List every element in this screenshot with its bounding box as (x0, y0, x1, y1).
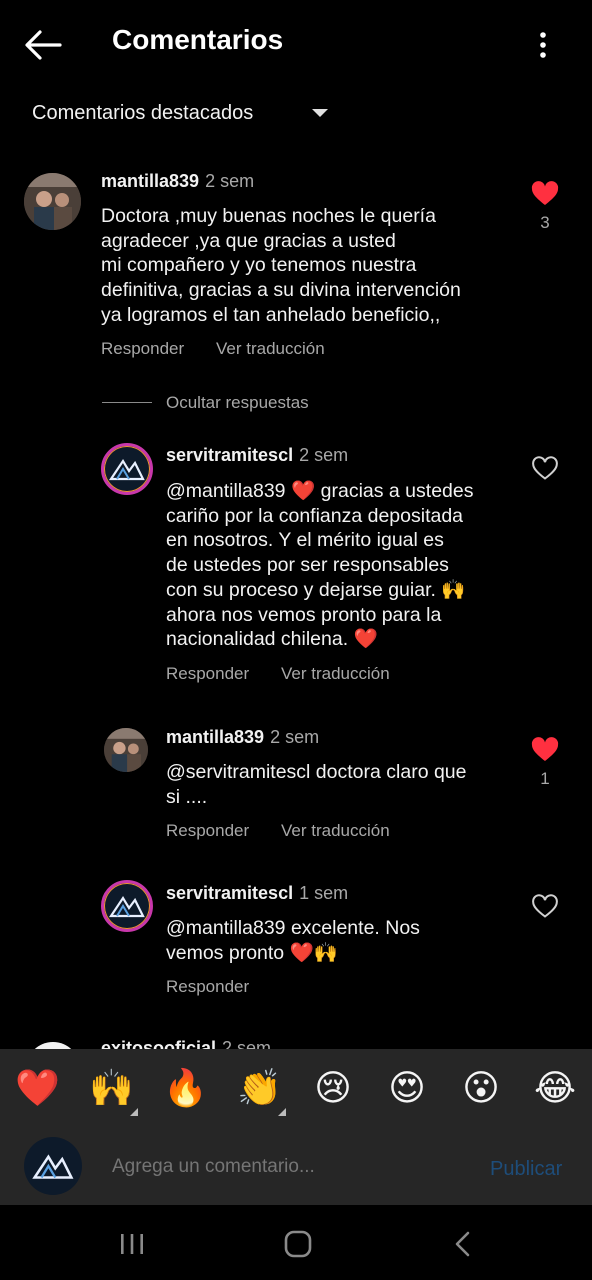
reply-time: 1 sem (299, 883, 349, 903)
reply-text: @mantilla839 excelente. Nos vemos pronto… (166, 917, 420, 964)
reply-text: @mantilla839 ❤️ gracias a ustedes cariño… (166, 480, 474, 651)
reply-time: 2 sem (299, 445, 349, 465)
nav-back-icon (455, 1231, 470, 1257)
emoji-surprised-face[interactable]: 😮 (459, 1067, 503, 1111)
page-title: Comentarios (112, 24, 284, 55)
username-text[interactable]: mantilla839 (101, 171, 199, 191)
comment-composer-panel: ❤️ 🙌 🔥 👏 😢 😍 😮 😂 (0, 1049, 592, 1205)
like-button[interactable] (531, 737, 559, 763)
reply-username[interactable]: mantilla839 2 sem (166, 727, 319, 748)
heart-outline-icon (532, 894, 558, 918)
comment-username[interactable]: mantilla839 2 sem (101, 171, 254, 192)
comment-time: 2 sem (205, 171, 255, 191)
home-button[interactable] (278, 1227, 318, 1261)
emoji-variant-indicator (130, 1108, 138, 1116)
avatar[interactable] (101, 443, 153, 495)
username-text[interactable]: mantilla839 (166, 727, 264, 747)
quick-emoji-bar: ❤️ 🙌 🔥 👏 😢 😍 😮 😂 (0, 1049, 592, 1133)
caret-down-icon (312, 109, 328, 117)
back-button[interactable] (22, 27, 64, 63)
home-icon (284, 1230, 312, 1258)
emoji-raising-hands[interactable]: 🙌 (89, 1067, 134, 1111)
emoji-crying-face[interactable]: 😢 (311, 1067, 355, 1111)
like-button[interactable] (531, 894, 559, 920)
servitramites-logo-icon (32, 1154, 74, 1179)
see-translation-button[interactable]: Ver traducción (281, 664, 390, 684)
reply-username[interactable]: servitramitescl 1 sem (166, 883, 348, 904)
heart-filled-icon (531, 737, 559, 761)
nav-back-button[interactable] (444, 1227, 484, 1261)
avatar[interactable] (24, 173, 81, 230)
arrow-left-icon (25, 30, 62, 60)
servitramites-logo-icon (108, 458, 145, 481)
see-translation-button[interactable]: Ver traducción (281, 821, 390, 841)
heart-filled-icon (531, 181, 559, 205)
hide-replies-button[interactable]: Ocultar respuestas (166, 393, 309, 413)
like-count: 3 (540, 213, 550, 232)
avatar[interactable] (101, 880, 153, 932)
partial-comment: exitosooficial 2 sem (0, 1030, 592, 1050)
recents-icon (121, 1234, 143, 1254)
avatar[interactable] (104, 728, 148, 772)
current-user-avatar (24, 1137, 82, 1195)
emoji-clapping-hands[interactable]: 👏 (237, 1067, 282, 1111)
divider (102, 402, 152, 403)
comment-sort-dropdown[interactable]: Comentarios destacados (32, 98, 332, 128)
username-text[interactable]: servitramitescl (166, 883, 293, 903)
comment-text: Doctora ,muy buenas noches le quería agr… (101, 205, 461, 326)
more-options-button[interactable] (528, 28, 558, 62)
reply-time: 2 sem (270, 727, 320, 747)
reply-text: @servitramitescl doctora claro que si ..… (166, 761, 467, 808)
username-text[interactable]: servitramitescl (166, 445, 293, 465)
emoji-heart-eyes[interactable]: 😍 (385, 1067, 429, 1111)
emoji-variant-indicator (278, 1108, 286, 1116)
system-navigation-bar (0, 1205, 592, 1280)
reply-username[interactable]: servitramitescl 2 sem (166, 445, 348, 466)
reply-button[interactable]: Responder (166, 821, 249, 841)
comment-sort-label: Comentarios destacados (32, 101, 254, 124)
emoji-tears-of-joy[interactable]: 😂 (533, 1067, 577, 1111)
user-photo-icon (104, 728, 148, 772)
user-photo-icon (24, 173, 81, 230)
recents-button[interactable] (112, 1227, 152, 1261)
servitramites-logo-icon (108, 895, 145, 918)
reply-button[interactable]: Responder (166, 977, 249, 997)
like-button[interactable] (531, 181, 559, 207)
top-app-bar: Comentarios (0, 0, 592, 88)
emoji-fire[interactable]: 🔥 (163, 1067, 208, 1111)
like-count: 1 (540, 769, 550, 788)
emoji-red-heart[interactable]: ❤️ (15, 1067, 60, 1111)
like-button[interactable] (531, 456, 559, 482)
reply-button[interactable]: Responder (101, 339, 184, 359)
reply-button[interactable]: Responder (166, 664, 249, 684)
see-translation-button[interactable]: Ver traducción (216, 339, 325, 359)
comment-input[interactable] (112, 1156, 472, 1178)
publish-button[interactable]: Publicar (490, 1158, 562, 1181)
heart-outline-icon (532, 456, 558, 480)
more-vertical-icon (540, 32, 546, 58)
